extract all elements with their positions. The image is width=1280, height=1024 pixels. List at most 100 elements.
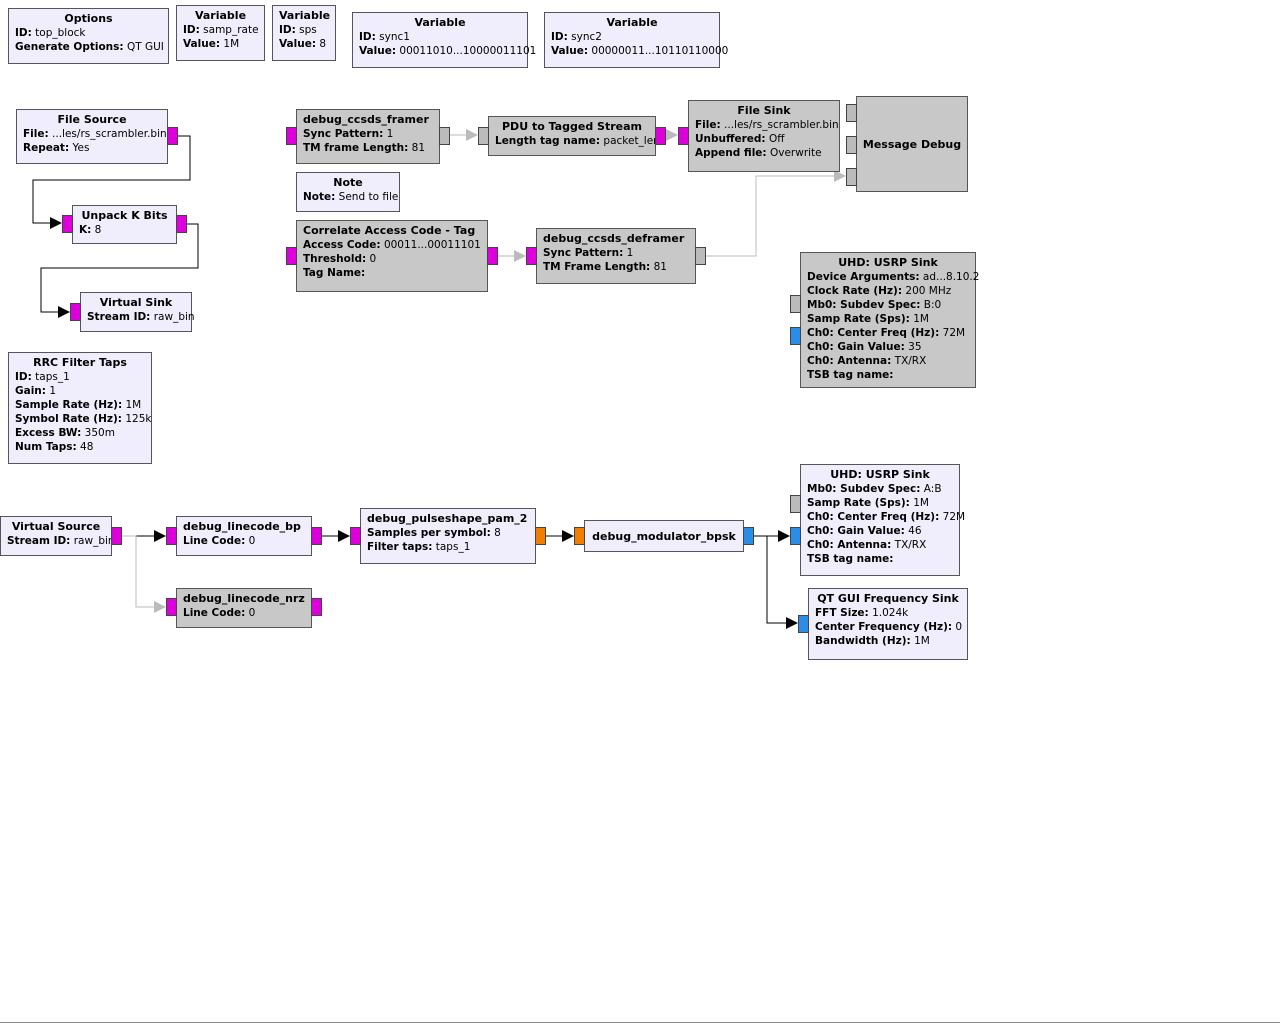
- out-port[interactable]: [655, 127, 666, 145]
- param-key: FFT Size:: [815, 607, 869, 619]
- block-debug-linecode-bp[interactable]: debug_linecode_bp Line Code: 0: [176, 516, 312, 556]
- in-port[interactable]: [574, 527, 585, 545]
- block-uhd-usrp-sink-2[interactable]: UHD: USRP Sink Mb0: Subdev Spec: A:B Samp …: [800, 464, 965, 576]
- block-param: File: ...les/rs_scrambler.bin: [23, 127, 167, 141]
- param-key: Mb0: Subdev Spec:: [807, 299, 921, 311]
- block-title: UHD: USRP Sink: [838, 256, 938, 269]
- out-port[interactable]: [487, 247, 498, 265]
- block-debug-ccsds-deframer[interactable]: debug_ccsds_deframer Sync Pattern: 1 TM Fr…: [536, 228, 696, 284]
- in-port[interactable]: [166, 598, 177, 616]
- block-param: Line Code: 0: [183, 534, 305, 548]
- block-virtual-sink[interactable]: Virtual Sink Stream ID: raw_bin: [80, 292, 195, 332]
- block-uhd-usrp-sink-1[interactable]: UHD: USRP Sink Device Arguments: ad...8.1…: [800, 252, 979, 388]
- in-port[interactable]: [286, 127, 297, 145]
- block-title: Message Debug: [862, 137, 962, 151]
- in-port[interactable]: [70, 303, 81, 321]
- block-title: File Source: [57, 113, 127, 126]
- block-unpack-k-bits[interactable]: Unpack K Bits K: 8: [72, 205, 177, 244]
- block-rrc-filter-taps[interactable]: RRC Filter Taps ID: taps_1 Gain: 1 Sample R…: [8, 352, 152, 464]
- in-port[interactable]: [798, 615, 809, 633]
- block-options[interactable]: Options ID: top_block Generate Options: QT…: [8, 8, 169, 64]
- block-title: Variable: [279, 9, 331, 22]
- param-value: top_block: [31, 27, 86, 39]
- in-port[interactable]: [678, 127, 689, 145]
- in-port[interactable]: [846, 168, 857, 186]
- block-title: Variable: [414, 16, 466, 29]
- block-param: Stream ID: raw_bin: [7, 534, 115, 548]
- param-key: Symbol Rate (Hz):: [15, 413, 122, 425]
- param-value: 72M: [939, 511, 966, 523]
- param-value: 48: [76, 441, 94, 453]
- block-message-debug[interactable]: Message Debug: [856, 96, 968, 192]
- block-note[interactable]: Note Note: Send to file: [296, 172, 400, 212]
- in-port[interactable]: [166, 527, 177, 545]
- param-key: Ch0: Center Freq (Hz):: [807, 511, 940, 523]
- param-key: Value:: [359, 45, 397, 57]
- block-debug-pulseshape-pam-2[interactable]: debug_pulseshape_pam_2 Samples per symbol…: [360, 508, 536, 564]
- block-virtual-source[interactable]: Virtual Source Stream ID: raw_bin: [0, 516, 115, 556]
- block-title: debug_linecode_nrz: [183, 592, 305, 605]
- block-param: Stream ID: raw_bin: [87, 310, 195, 324]
- in-port[interactable]: [790, 327, 801, 345]
- out-port[interactable]: [439, 127, 450, 145]
- block-param: Bandwidth (Hz): 1M: [815, 634, 961, 648]
- in-port[interactable]: [790, 527, 801, 545]
- out-port[interactable]: [743, 527, 754, 545]
- in-port[interactable]: [846, 104, 857, 122]
- block-param: TM Frame Length: 81: [543, 260, 689, 274]
- in-port[interactable]: [846, 136, 857, 154]
- block-variable-sync1[interactable]: Variable ID: sync1 Value: 00011010...10000…: [352, 12, 536, 68]
- in-port[interactable]: [478, 127, 489, 145]
- in-port[interactable]: [286, 247, 297, 265]
- param-key: Ch0: Antenna:: [807, 539, 892, 551]
- out-port[interactable]: [176, 215, 187, 233]
- in-port[interactable]: [350, 527, 361, 545]
- block-param: Value: 00000011...10110110000: [551, 44, 728, 58]
- block-param: Tag Name:: [303, 266, 481, 280]
- block-debug-ccsds-framer[interactable]: debug_ccsds_framer Sync Pattern: 1 TM fram…: [296, 109, 440, 164]
- in-port[interactable]: [790, 295, 801, 313]
- block-variable-samp-rate[interactable]: Variable ID: samp_rate Value: 1M: [176, 5, 265, 61]
- param-key: TSB tag name:: [807, 369, 894, 381]
- block-pdu-to-tagged-stream[interactable]: PDU to Tagged Stream Length tag name: pac…: [488, 116, 660, 156]
- out-port[interactable]: [167, 127, 178, 145]
- block-debug-modulator-bpsk[interactable]: debug_modulator_bpsk: [584, 520, 744, 552]
- out-port[interactable]: [535, 527, 546, 545]
- out-port[interactable]: [111, 527, 122, 545]
- block-qt-gui-frequency-sink[interactable]: QT GUI Frequency Sink FFT Size: 1.024k Cen…: [808, 588, 968, 660]
- in-port[interactable]: [526, 247, 537, 265]
- param-value: 350m: [81, 427, 115, 439]
- block-correlate-access-code-tag[interactable]: Correlate Access Code - Tag Access Code: …: [296, 220, 488, 292]
- in-port[interactable]: [790, 495, 801, 513]
- param-value: TX/RX: [891, 539, 927, 551]
- param-value: 81: [650, 261, 667, 273]
- param-key: Append file:: [695, 147, 767, 159]
- param-value: sps: [295, 24, 317, 36]
- block-title: PDU to Tagged Stream: [502, 120, 642, 133]
- block-param: Repeat: Yes: [23, 141, 161, 155]
- block-title: debug_pulseshape_pam_2: [367, 512, 528, 525]
- param-value: 1M: [910, 635, 930, 647]
- block-param: ID: samp_rate: [183, 23, 259, 37]
- param-key: Threshold:: [303, 253, 367, 265]
- block-param: Line Code: 0: [183, 606, 305, 620]
- block-param: Samples per symbol: 8: [367, 526, 529, 540]
- block-variable-sync2[interactable]: Variable ID: sync2 Value: 00000011...10110…: [544, 12, 728, 68]
- param-key: Generate Options:: [15, 41, 124, 53]
- out-port[interactable]: [695, 247, 706, 265]
- in-port[interactable]: [62, 215, 73, 233]
- out-port[interactable]: [311, 527, 322, 545]
- out-port[interactable]: [311, 598, 322, 616]
- block-param: Ch0: Center Freq (Hz): 72M: [807, 510, 965, 524]
- param-key: Unbuffered:: [695, 133, 766, 145]
- param-value: 0: [245, 607, 256, 619]
- block-variable-sps[interactable]: Variable ID: sps Value: 8: [272, 5, 336, 61]
- wire-vsource-linecode-nrz: [122, 535, 166, 613]
- block-debug-linecode-nrz[interactable]: debug_linecode_nrz Line Code: 0: [176, 588, 312, 628]
- block-file-source[interactable]: File Source File: ...les/rs_scrambler.bin…: [16, 109, 168, 164]
- param-value: sync2: [567, 31, 602, 43]
- flowgraph-canvas[interactable]: Options ID: top_block Generate Options: QT…: [0, 0, 1280, 1023]
- param-value: packet_len: [600, 135, 660, 147]
- param-key: TM frame Length:: [303, 142, 409, 154]
- block-file-sink[interactable]: File Sink File: ...les/rs_scrambler.bin Un…: [688, 100, 840, 172]
